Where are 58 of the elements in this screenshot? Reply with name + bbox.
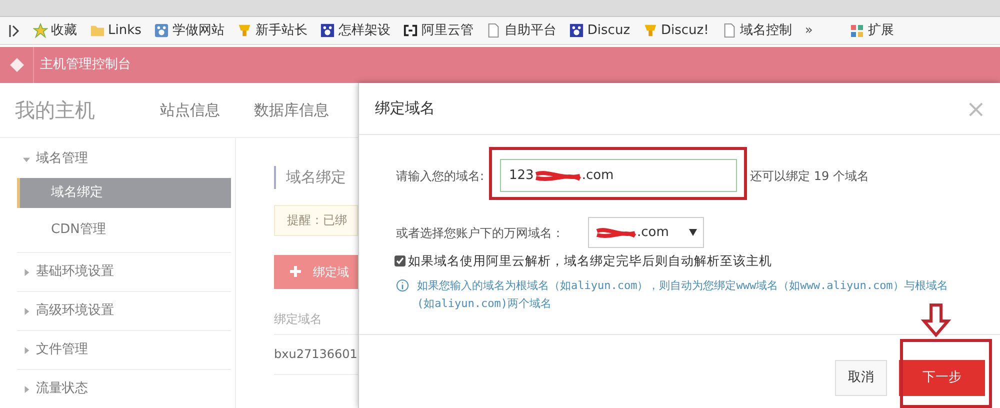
paw-icon: [154, 23, 170, 38]
bookmark-link[interactable]: 阿里云管: [403, 20, 474, 40]
caret-right-icon: [23, 308, 30, 314]
caret-down-icon: [689, 229, 697, 236]
paw-icon: [320, 23, 336, 38]
sidebar-group[interactable]: 流量状态: [17, 370, 231, 408]
nav-tab[interactable]: 数据库信息: [254, 98, 329, 122]
sidebar-group[interactable]: 域名管理: [17, 140, 231, 178]
plus-icon: [290, 266, 301, 277]
folder-icon: [90, 23, 105, 38]
bookmark-link[interactable]: Discuz!: [643, 20, 709, 40]
app-title: 主机管理控制台: [40, 56, 131, 74]
next-button[interactable]: 下一步: [899, 360, 985, 396]
extensions-button[interactable]: 扩展: [850, 20, 894, 40]
grid-icon: [850, 24, 864, 38]
caret-right-icon: [23, 346, 30, 354]
page-icon: [722, 23, 737, 38]
caret-right-icon: [23, 268, 30, 276]
bookmark-link[interactable]: Links: [90, 20, 142, 40]
more-bookmarks-button[interactable]: »: [804, 20, 813, 40]
column-header: 绑定域名: [274, 311, 322, 328]
sidebar-group[interactable]: 高级环境设置: [17, 292, 231, 330]
quota-text: 还可以绑定 19 个域名: [750, 168, 869, 184]
paw-icon: [569, 23, 584, 38]
page-icon: [486, 23, 502, 38]
checkbox[interactable]: [394, 255, 406, 268]
bookmark-link[interactable]: 域名控制: [722, 20, 792, 40]
caret-down-icon: [23, 156, 30, 162]
redaction-scribble: [534, 170, 582, 182]
bookmark-link[interactable]: 学做网站: [154, 20, 224, 40]
sidebar-group[interactable]: 文件管理: [17, 331, 231, 369]
logo-icon: [8, 57, 24, 73]
bookmark-link[interactable]: 收藏: [33, 20, 77, 40]
table-cell-text: bxu27136601: [274, 346, 358, 363]
bookmark-link[interactable]: 新手站长: [237, 20, 308, 40]
select-label: 或者选择您账户下的万网域名：: [396, 224, 565, 242]
domain-input-field[interactable]: 123 .com: [500, 159, 737, 192]
annotation-arrow: [921, 303, 951, 337]
domain-select[interactable]: .com: [588, 217, 704, 248]
dialog-title: 绑定域名: [375, 98, 435, 120]
info-text: 如果您输入的域名为根域名（如aliyun.com），则自动为您绑定www域名（如www.aliyun.com）与根域名(如aliyun.com)两个域名: [417, 278, 949, 312]
page-title: 我的主机: [15, 97, 96, 124]
bracket-icon: [403, 23, 418, 38]
sidebar-item[interactable]: CDN管理: [17, 215, 231, 245]
star-icon: [33, 23, 48, 38]
sidebar-group[interactable]: 基础环境设置: [17, 253, 231, 291]
bookmark-link[interactable]: Discuz: [569, 20, 630, 40]
caret-right-icon: [23, 386, 30, 392]
info-icon: [396, 278, 409, 292]
cancel-button[interactable]: 取消: [835, 360, 887, 396]
domain-label: 请输入您的域名:: [396, 168, 486, 184]
sidebar-toggle-icon[interactable]: [8, 24, 20, 38]
nav-tab[interactable]: 站点信息: [160, 98, 220, 122]
redaction-scribble: [595, 226, 637, 238]
alert-banner: 提醒：已绑: [274, 204, 358, 236]
bookmark-link[interactable]: 自助平台: [486, 20, 556, 40]
checkbox-label: 如果域名使用阿里云解析，域名绑定完毕后则自动解析至该主机: [408, 252, 772, 270]
bookmark-link[interactable]: 怎样架设: [320, 20, 390, 40]
